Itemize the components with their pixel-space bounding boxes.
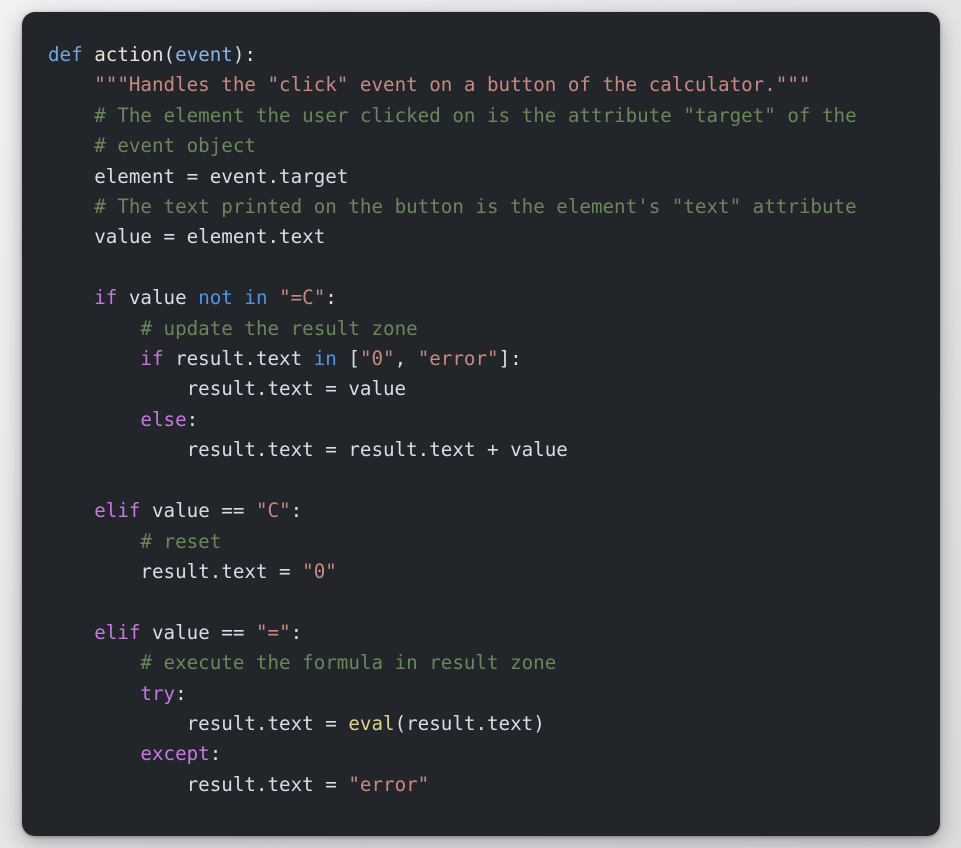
code-token-punct: : <box>290 620 303 644</box>
code-line: result.text = eval(result.text) <box>48 709 934 739</box>
code-token-keyword: elif <box>94 499 141 523</box>
code-token-punct: , <box>394 347 418 371</box>
code-token-comment: # execute the formula in result zone <box>140 651 557 675</box>
code-token-plain: element = event.target <box>48 164 349 188</box>
code-token-plain: result.text = result.text + value <box>48 438 568 462</box>
code-line: else: <box>48 405 934 435</box>
code-line: value = element.text <box>48 222 934 252</box>
code-token-builtin: eval <box>348 711 395 735</box>
code-token-string: "0" <box>359 347 395 371</box>
code-token-punct: ( <box>163 43 176 66</box>
code-line: try: <box>48 679 934 709</box>
code-token-keyword: except <box>140 742 210 766</box>
code-token-comment: # update the result zone <box>140 316 418 340</box>
code-token-plain: result.text = <box>48 772 349 796</box>
code-line: # reset <box>48 527 934 557</box>
code-token-keyword: if <box>140 347 164 371</box>
code-line: result.text = result.text + value <box>48 435 934 465</box>
code-token-plain: result.text = <box>48 559 303 583</box>
code-line: # execute the formula in result zone <box>48 648 934 678</box>
code-token-def_keyword: def <box>48 43 83 66</box>
code-token-plain: value = element.text <box>48 225 326 249</box>
screenshot-root: def action(event): """Handles the "click… <box>0 0 961 848</box>
code-line: result.text = "error" <box>48 770 934 800</box>
code-token-docstring: """Handles the "click" event on a button… <box>94 73 811 97</box>
code-token-punct: : <box>290 499 303 523</box>
code-token-string: "error" <box>417 347 499 371</box>
code-line: result.text = "0" <box>48 557 934 587</box>
code-line: result.text = value <box>48 374 934 404</box>
code-token-function_name: action <box>94 43 164 66</box>
code-token-string: "0" <box>302 559 337 583</box>
code-token-punct: : <box>186 407 199 431</box>
code-token-plain: result.text = <box>48 711 349 735</box>
code-token-punct: : <box>325 286 337 310</box>
code-line: except: <box>48 739 934 769</box>
code-snippet-card: def action(event): """Handles the "click… <box>22 12 940 836</box>
code-token-keyword: elif <box>94 620 141 644</box>
code-token-comment: # event object <box>94 134 256 158</box>
code-line: # The text printed on the button is the … <box>48 192 934 222</box>
code-token-plain: value == <box>140 499 256 523</box>
code-token-punct: : <box>175 681 187 705</box>
code-line: # The element the user clicked on is the… <box>48 101 934 131</box>
code-token-string: "error" <box>348 772 430 796</box>
code-token-plain: result.text = value <box>48 377 407 401</box>
code-token-string: "C" <box>255 499 291 523</box>
code-token-parameter: event <box>175 43 233 66</box>
code-line: if value not in "=C": <box>48 283 934 313</box>
code-token-string: "=" <box>255 620 291 644</box>
code-line: def action(event): <box>48 40 934 70</box>
code-token-punct: [ <box>336 347 360 371</box>
code-token-operator_keyword: in <box>313 347 337 371</box>
code-block[interactable]: def action(event): """Handles the "click… <box>48 40 934 800</box>
code-line: if result.text in ["0", "error"]: <box>48 344 934 374</box>
code-line: # update the result zone <box>48 314 934 344</box>
code-token-punct: ): <box>232 43 256 66</box>
code-token-plain: value <box>117 286 199 310</box>
code-token-punct: ]: <box>498 347 522 371</box>
code-token-comment: # reset <box>140 529 222 553</box>
code-token-plain: (result.text) <box>394 711 545 735</box>
code-line: element = event.target <box>48 162 934 192</box>
code-token-plain: value == <box>140 620 256 644</box>
code-line: elif value == "=": <box>48 618 934 648</box>
code-line: # event object <box>48 131 934 161</box>
code-token-keyword: else <box>140 407 187 431</box>
code-token-string: "=C" <box>279 286 326 310</box>
code-line: """Handles the "click" event on a button… <box>48 70 934 100</box>
code-token-operator_keyword: not in <box>198 286 268 310</box>
code-token-punct: : <box>209 742 222 766</box>
code-token-comment: # The element the user clicked on is the… <box>94 103 857 127</box>
code-token-comment: # The text printed on the button is the … <box>94 195 857 219</box>
code-token-keyword: try <box>140 681 176 705</box>
code-token-keyword: if <box>94 286 118 310</box>
code-line: elif value == "C": <box>48 496 934 526</box>
code-token-plain: result.text <box>163 347 314 371</box>
